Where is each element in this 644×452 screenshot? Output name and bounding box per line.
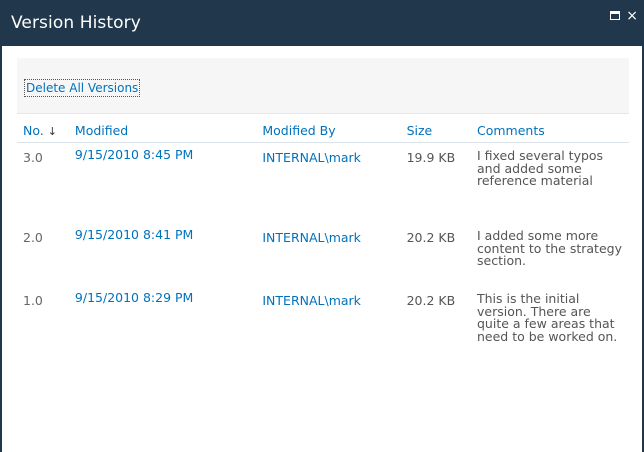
version-number: 1.0	[23, 293, 43, 308]
version-number: 3.0	[23, 150, 43, 165]
header-comments[interactable]: Comments	[477, 118, 629, 143]
table-row: 1.0 9/15/2010 8:29 PM INTERNAL\mark 20.2…	[17, 286, 629, 379]
dialog-title: Version History	[11, 13, 141, 33]
dialog-titlebar: Version History ×	[2, 0, 642, 46]
header-modified[interactable]: Modified	[74, 118, 263, 143]
delete-all-versions-link[interactable]: Delete All Versions	[23, 79, 141, 97]
header-modified-by[interactable]: Modified By	[262, 118, 407, 143]
sort-descending-icon: ↓	[47, 124, 57, 138]
version-number: 2.0	[23, 230, 43, 245]
modified-date-link[interactable]: 9/15/2010 8:29 PM	[75, 290, 193, 305]
version-comment: I fixed several typos and added some ref…	[477, 148, 604, 188]
modified-date-link[interactable]: 9/15/2010 8:41 PM	[75, 227, 193, 242]
file-size: 20.2 KB	[406, 230, 456, 245]
modified-date-link[interactable]: 9/15/2010 8:45 PM	[75, 147, 193, 162]
version-comment: This is the initial version. There are q…	[477, 291, 618, 344]
table-row: 2.0 9/15/2010 8:41 PM INTERNAL\mark 20.2…	[17, 223, 629, 286]
table-row: 3.0 9/15/2010 8:45 PM INTERNAL\mark 19.9…	[17, 143, 629, 224]
header-no[interactable]: No. ↓	[17, 118, 75, 143]
table-header-row: No. ↓ Modified Modified By Size Comments	[17, 118, 629, 143]
header-size[interactable]: Size	[406, 118, 477, 143]
file-size: 20.2 KB	[406, 293, 456, 308]
toolbar: Delete All Versions	[17, 58, 629, 114]
version-comment: I added some more content to the strateg…	[477, 228, 622, 268]
close-button[interactable]: ×	[626, 9, 638, 23]
modified-by-link[interactable]: INTERNAL\mark	[262, 150, 361, 165]
window-controls: ×	[610, 6, 638, 26]
maximize-button[interactable]	[610, 9, 621, 23]
maximize-icon	[610, 11, 621, 20]
close-icon: ×	[626, 8, 638, 24]
modified-by-link[interactable]: INTERNAL\mark	[262, 293, 361, 308]
file-size: 19.9 KB	[406, 150, 456, 165]
versions-table: No. ↓ Modified Modified By Size Comments …	[17, 118, 629, 379]
version-history-dialog: Version History × Delete All Versions No…	[0, 0, 644, 452]
modified-by-link[interactable]: INTERNAL\mark	[262, 230, 361, 245]
header-no-label: No.	[23, 122, 44, 138]
